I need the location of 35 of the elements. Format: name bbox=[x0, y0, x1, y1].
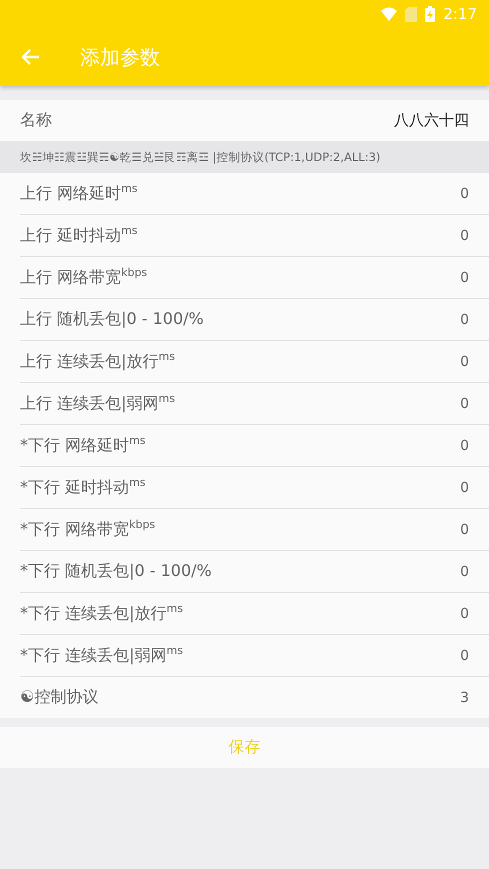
parameter-value[interactable]: 0 bbox=[460, 270, 469, 286]
parameter-value[interactable]: 0 bbox=[460, 396, 469, 412]
parameter-label: 上行 延时抖动$^{ms}$ bbox=[20, 224, 138, 247]
parameter-value[interactable]: 0 bbox=[460, 522, 469, 538]
name-label: 名称 bbox=[20, 110, 52, 131]
status-time: 2:17 bbox=[443, 5, 477, 23]
parameter-label: *下行 网络带宽$^{kbps}$ bbox=[20, 518, 156, 541]
parameter-label: 上行 网络带宽$^{kbps}$ bbox=[20, 266, 148, 289]
parameter-value[interactable]: 0 bbox=[460, 186, 469, 202]
parameter-value[interactable]: 3 bbox=[460, 690, 469, 706]
parameter-label: *下行 连续丢包|弱网$^{ms}$ bbox=[20, 644, 183, 667]
hint-text: 坎☵坤☷震☳巽☴☯乾☰兑☱艮☶离☲ |控制协议(TCP:1,UDP:2,ALL:3) bbox=[20, 150, 380, 164]
parameter-value[interactable]: 0 bbox=[460, 648, 469, 664]
parameter-label: 上行 网络延时$^{ms}$ bbox=[20, 182, 138, 205]
parameter-value[interactable]: 0 bbox=[460, 228, 469, 244]
name-value[interactable]: 八八六十四 bbox=[394, 111, 469, 130]
battery-charging-icon bbox=[425, 6, 436, 22]
parameter-value[interactable]: 0 bbox=[460, 564, 469, 580]
wifi-icon bbox=[381, 7, 398, 21]
parameter-label: ☯控制协议 bbox=[20, 687, 98, 708]
parameter-label: *下行 随机丢包|0 - 100/% bbox=[20, 561, 212, 582]
parameter-value[interactable]: 0 bbox=[460, 312, 469, 328]
parameter-label: 上行 随机丢包|0 - 100/% bbox=[20, 309, 204, 330]
parameter-label: 上行 连续丢包|弱网$^{ms}$ bbox=[20, 392, 175, 415]
parameter-label: *下行 连续丢包|放行$^{ms}$ bbox=[20, 602, 183, 625]
parameter-value[interactable]: 0 bbox=[460, 480, 469, 496]
parameter-value[interactable]: 0 bbox=[460, 606, 469, 622]
parameter-label: *下行 延时抖动$^{ms}$ bbox=[20, 476, 146, 499]
screen-title: 添加参数 bbox=[80, 44, 160, 70]
no-sim-icon bbox=[405, 6, 418, 22]
parameter-label: 上行 连续丢包|放行$^{ms}$ bbox=[20, 350, 175, 373]
parameter-value[interactable]: 0 bbox=[460, 438, 469, 454]
back-arrow-icon[interactable] bbox=[22, 49, 40, 65]
parameter-value[interactable]: 0 bbox=[460, 354, 469, 370]
parameter-label: *下行 网络延时$^{ms}$ bbox=[20, 434, 146, 457]
